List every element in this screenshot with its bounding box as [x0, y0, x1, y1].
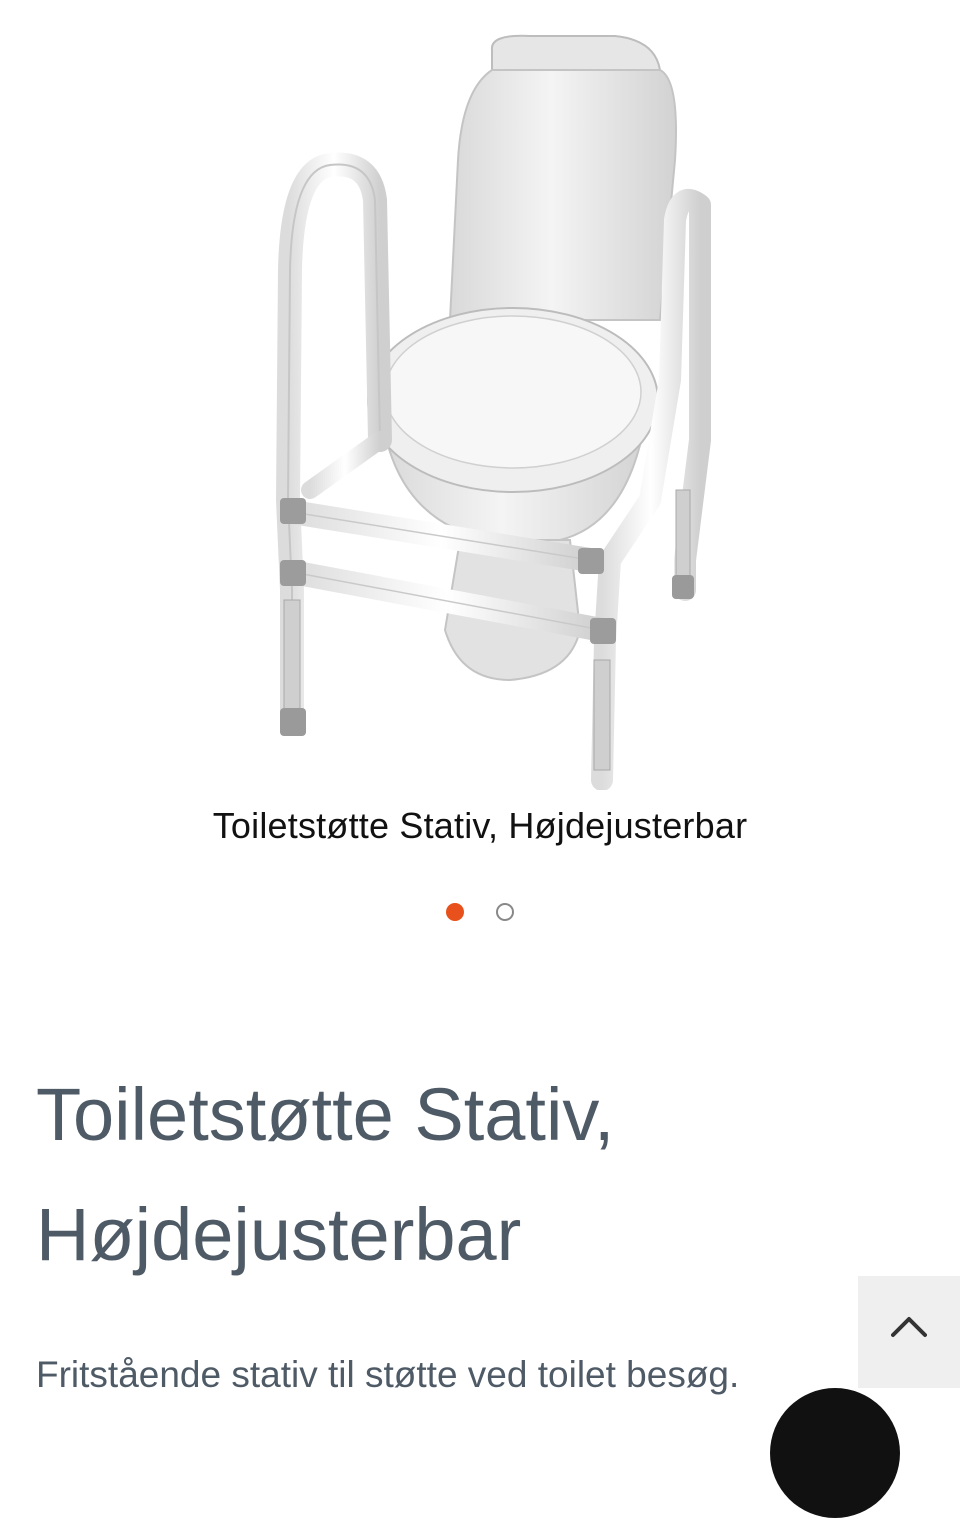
product-image: [230, 20, 730, 791]
scroll-to-top-button[interactable]: [858, 1276, 960, 1388]
carousel-pagination: [0, 903, 960, 927]
chat-bubble-icon[interactable]: [770, 1388, 900, 1518]
image-caption: Toiletstøtte Stativ, Højdejusterbar: [212, 805, 748, 846]
chevron-up-icon: [891, 1317, 927, 1337]
product-title: Toiletstøtte Stativ, Højdejusterbar: [36, 1073, 615, 1276]
carousel-dot-1[interactable]: [446, 903, 464, 921]
carousel-dot-2[interactable]: [496, 903, 514, 921]
product-description: Fritstående stativ til støtte ved toilet…: [36, 1354, 740, 1395]
